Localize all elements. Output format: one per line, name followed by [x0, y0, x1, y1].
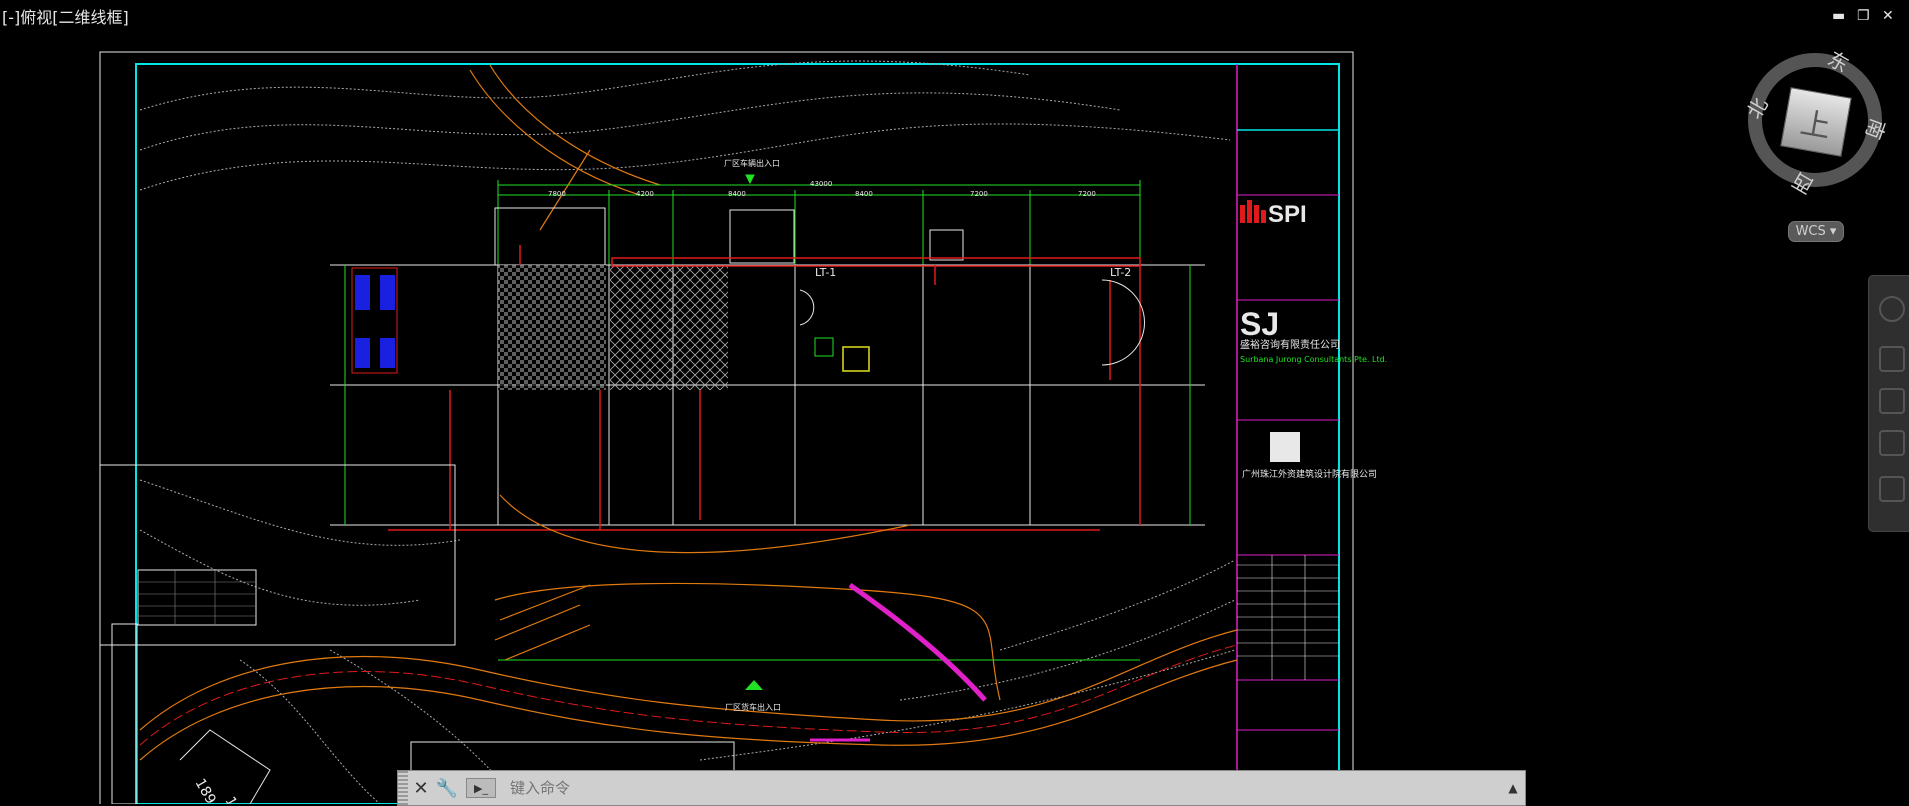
navigation-bar [1868, 275, 1909, 532]
road-number: 189 [192, 776, 219, 804]
dim-label: 7200 [1078, 190, 1096, 198]
drawing-canvas[interactable]: 7800 4200 8400 8400 7200 7200 43000 厂区车辆… [0, 0, 1909, 804]
legend-table [137, 569, 257, 626]
hatched-area [498, 265, 606, 390]
wcs-label: WCS [1795, 224, 1826, 239]
road-number: 190 [222, 794, 249, 804]
showmotion-icon[interactable] [1879, 476, 1905, 502]
viewcube-top-face[interactable]: 上 [1780, 87, 1852, 157]
dim-label: 7800 [548, 190, 566, 198]
recent-commands-button[interactable]: ▶_ [466, 778, 496, 798]
magenta-arc [848, 582, 987, 702]
orbit-icon[interactable] [1879, 430, 1905, 456]
zoom-icon[interactable] [1879, 388, 1905, 414]
pan-icon[interactable] [1879, 346, 1905, 372]
dimension-top [497, 174, 1141, 265]
close-command-line-icon[interactable]: ✕ [408, 775, 434, 801]
sj-company-cn: 盛裕咨询有限责任公司 [1240, 338, 1340, 351]
yellow-box [842, 346, 870, 372]
lift-label: LT-2 [1110, 266, 1131, 279]
sj-company-en: Surbana Jurong Consultants Pte. Ltd. [1240, 355, 1387, 364]
crosshatch-area [610, 265, 728, 390]
steering-wheel-icon[interactable] [1879, 296, 1905, 322]
dim-label: 4200 [636, 190, 654, 198]
dim-label: 7200 [970, 190, 988, 198]
entrance-bottom-label: 厂区货车出入口 [725, 702, 781, 712]
command-input[interactable] [508, 775, 1501, 801]
customize-wrench-icon[interactable]: 🔧 [434, 775, 460, 801]
overall-dim: 43000 [810, 180, 832, 188]
drawing-frame [135, 63, 1340, 804]
wcs-button[interactable]: WCS ▾ [1788, 221, 1844, 242]
command-history-arrow-icon[interactable]: ▲ [1501, 781, 1525, 795]
green-boundary [344, 265, 1191, 661]
command-line-grip[interactable] [398, 771, 408, 805]
contour-lines [139, 60, 1236, 804]
entrance-top-label: 厂区车辆出入口 [724, 158, 780, 168]
command-line: ✕ 🔧 ▶_ ▲ [397, 770, 1526, 806]
parking-blue [351, 267, 398, 374]
viewcube[interactable]: 上 北 东 南 西 [1742, 46, 1895, 200]
spi-logo: SPI [1268, 201, 1307, 228]
dim-label: 8400 [855, 190, 873, 198]
dim-label: 8400 [728, 190, 746, 198]
building-outline [330, 207, 1205, 526]
local-company: 广州珠江外资建筑设计院有限公司 [1242, 468, 1377, 480]
title-block: SPI SJ 盛裕咨询有限责任公司 Surbana Jurong Consult… [1237, 194, 1387, 731]
lift-label: LT-1 [815, 266, 836, 279]
sj-logo: SJ [1240, 306, 1279, 342]
